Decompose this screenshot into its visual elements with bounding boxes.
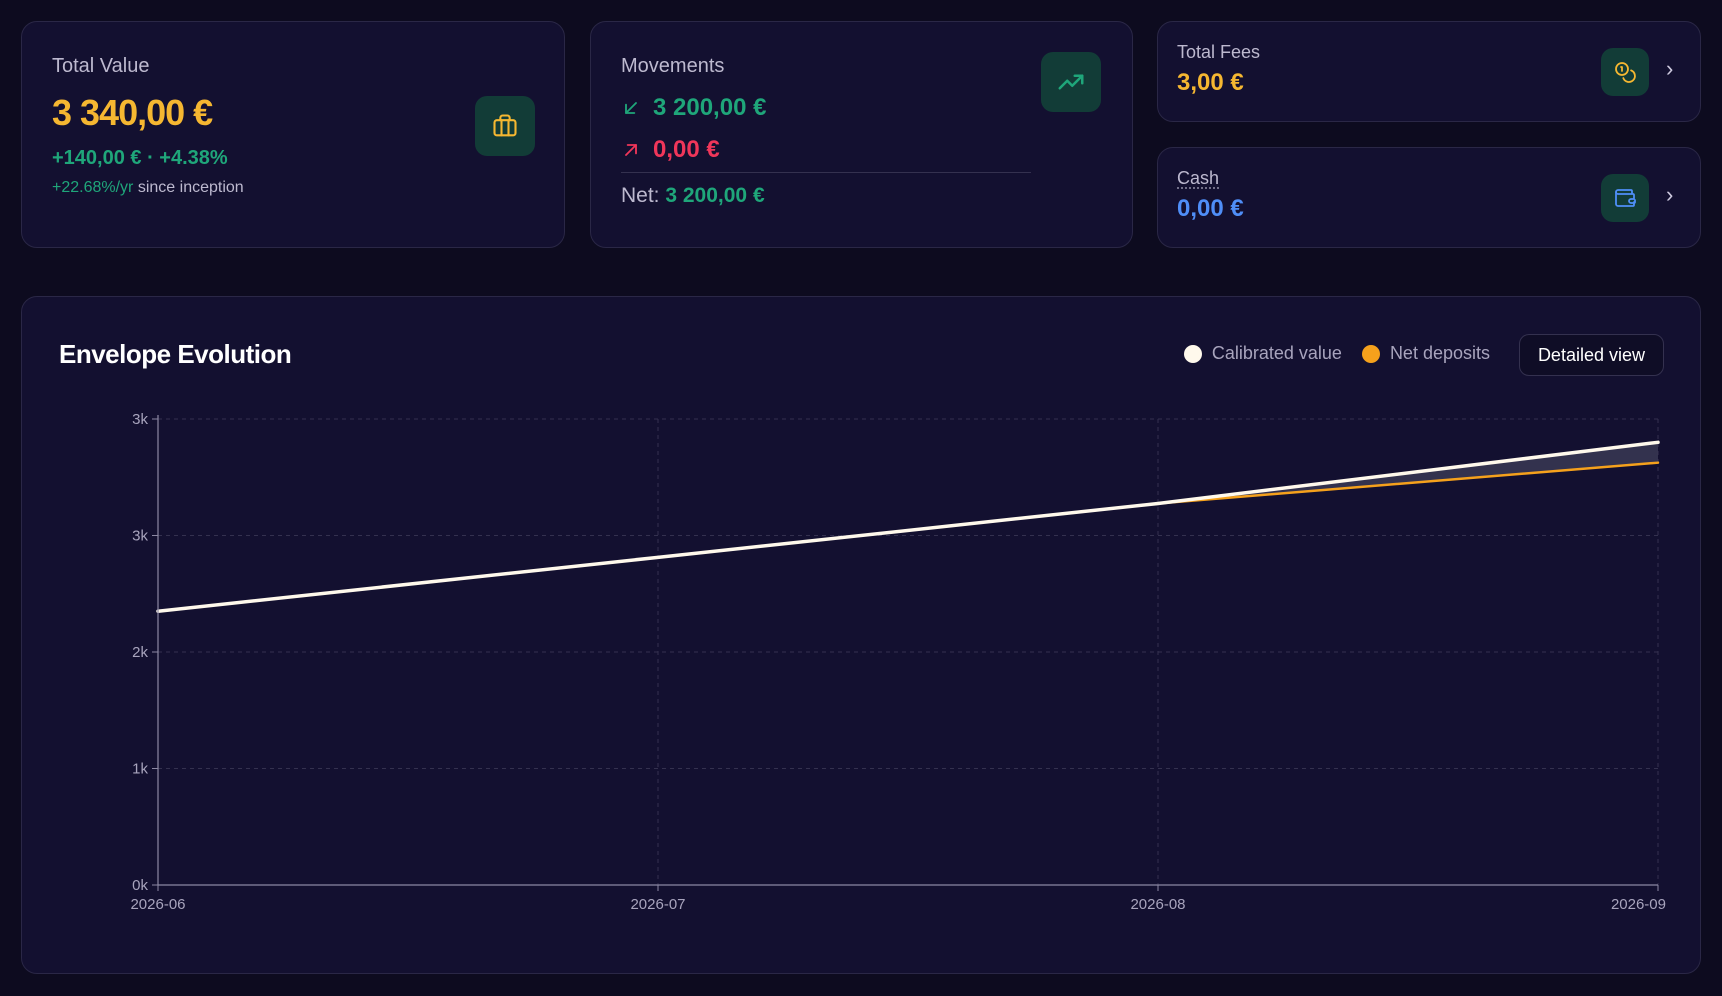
- total-fees-label: Total Fees: [1177, 42, 1261, 62]
- y-tick-label: 3k: [132, 528, 148, 545]
- net-amount: 3 200,00 €: [665, 184, 765, 207]
- x-tick-label: 2026-07: [630, 896, 685, 913]
- since-inception-label: since inception: [137, 179, 244, 196]
- movements-divider: [621, 172, 1031, 173]
- total-fees-amount: 3,00 €: [1177, 69, 1244, 96]
- cash-chevron-right-icon[interactable]: ›: [1666, 182, 1673, 208]
- total-value-amount: 3 340,00 €: [52, 92, 213, 133]
- cash-label: Cash: [1177, 168, 1220, 188]
- net-row: Net: 3 200,00 €: [621, 184, 765, 208]
- outflow-amount: 0,00 €: [653, 136, 720, 163]
- net-deposits-line: [156, 461, 1660, 613]
- inflow-row: 3 200,00 €: [621, 94, 766, 122]
- coins-icon: [1615, 62, 1636, 83]
- net-label: Net:: [621, 184, 660, 207]
- arrow-down-left-icon: [625, 102, 637, 114]
- trending-up-icon: [1058, 74, 1084, 90]
- outflow-row: 0,00 €: [621, 136, 720, 164]
- x-tick-label: 2026-09: [1611, 896, 1666, 913]
- total-value-card: Total Value 3 340,00 € +140,00 € · +4.38…: [21, 21, 565, 248]
- cash-card[interactable]: Cash 0,00 € ›: [1157, 147, 1701, 248]
- movements-card: Movements 3 200,00 € 0,00 € Net: 3 200,0…: [590, 21, 1133, 248]
- fees-chevron-right-icon[interactable]: ›: [1666, 56, 1673, 82]
- line-chart: 0k 1k 2k 3k 3k 2026-06 2026-07 2026-08 2026-09: [130, 411, 1666, 913]
- wallet-icon: [1615, 189, 1636, 207]
- y-tick-label: 0k: [132, 877, 148, 894]
- annual-return: +22.68%/yr: [52, 179, 134, 196]
- x-tick-label: 2026-08: [1130, 896, 1185, 913]
- envelope-evolution-card: Envelope Evolution Calibrated value Net …: [21, 296, 1701, 974]
- total-value-change: +140,00 € · +4.38%: [52, 147, 228, 169]
- total-fees-card[interactable]: Total Fees 3,00 € ›: [1157, 21, 1701, 122]
- y-tick-label: 1k: [132, 761, 148, 778]
- briefcase-icon-box: [475, 96, 535, 156]
- arrow-up-right-icon: [625, 144, 637, 156]
- total-value-label: Total Value: [52, 55, 150, 77]
- coins-icon-box: [1601, 48, 1649, 96]
- briefcase-icon: [493, 114, 517, 137]
- total-value-annual-row: +22.68%/yr since inception: [52, 179, 244, 197]
- y-tick-label: 2k: [132, 644, 148, 661]
- calibrated-value-line: [156, 440, 1660, 613]
- y-tick-label: 3k: [132, 411, 148, 428]
- x-tick-label: 2026-06: [130, 896, 185, 913]
- cash-amount: 0,00 €: [1177, 195, 1244, 222]
- wallet-icon-box: [1601, 174, 1649, 222]
- trending-up-icon-box: [1041, 52, 1101, 112]
- inflow-amount: 3 200,00 €: [653, 94, 767, 121]
- movements-label: Movements: [621, 55, 725, 77]
